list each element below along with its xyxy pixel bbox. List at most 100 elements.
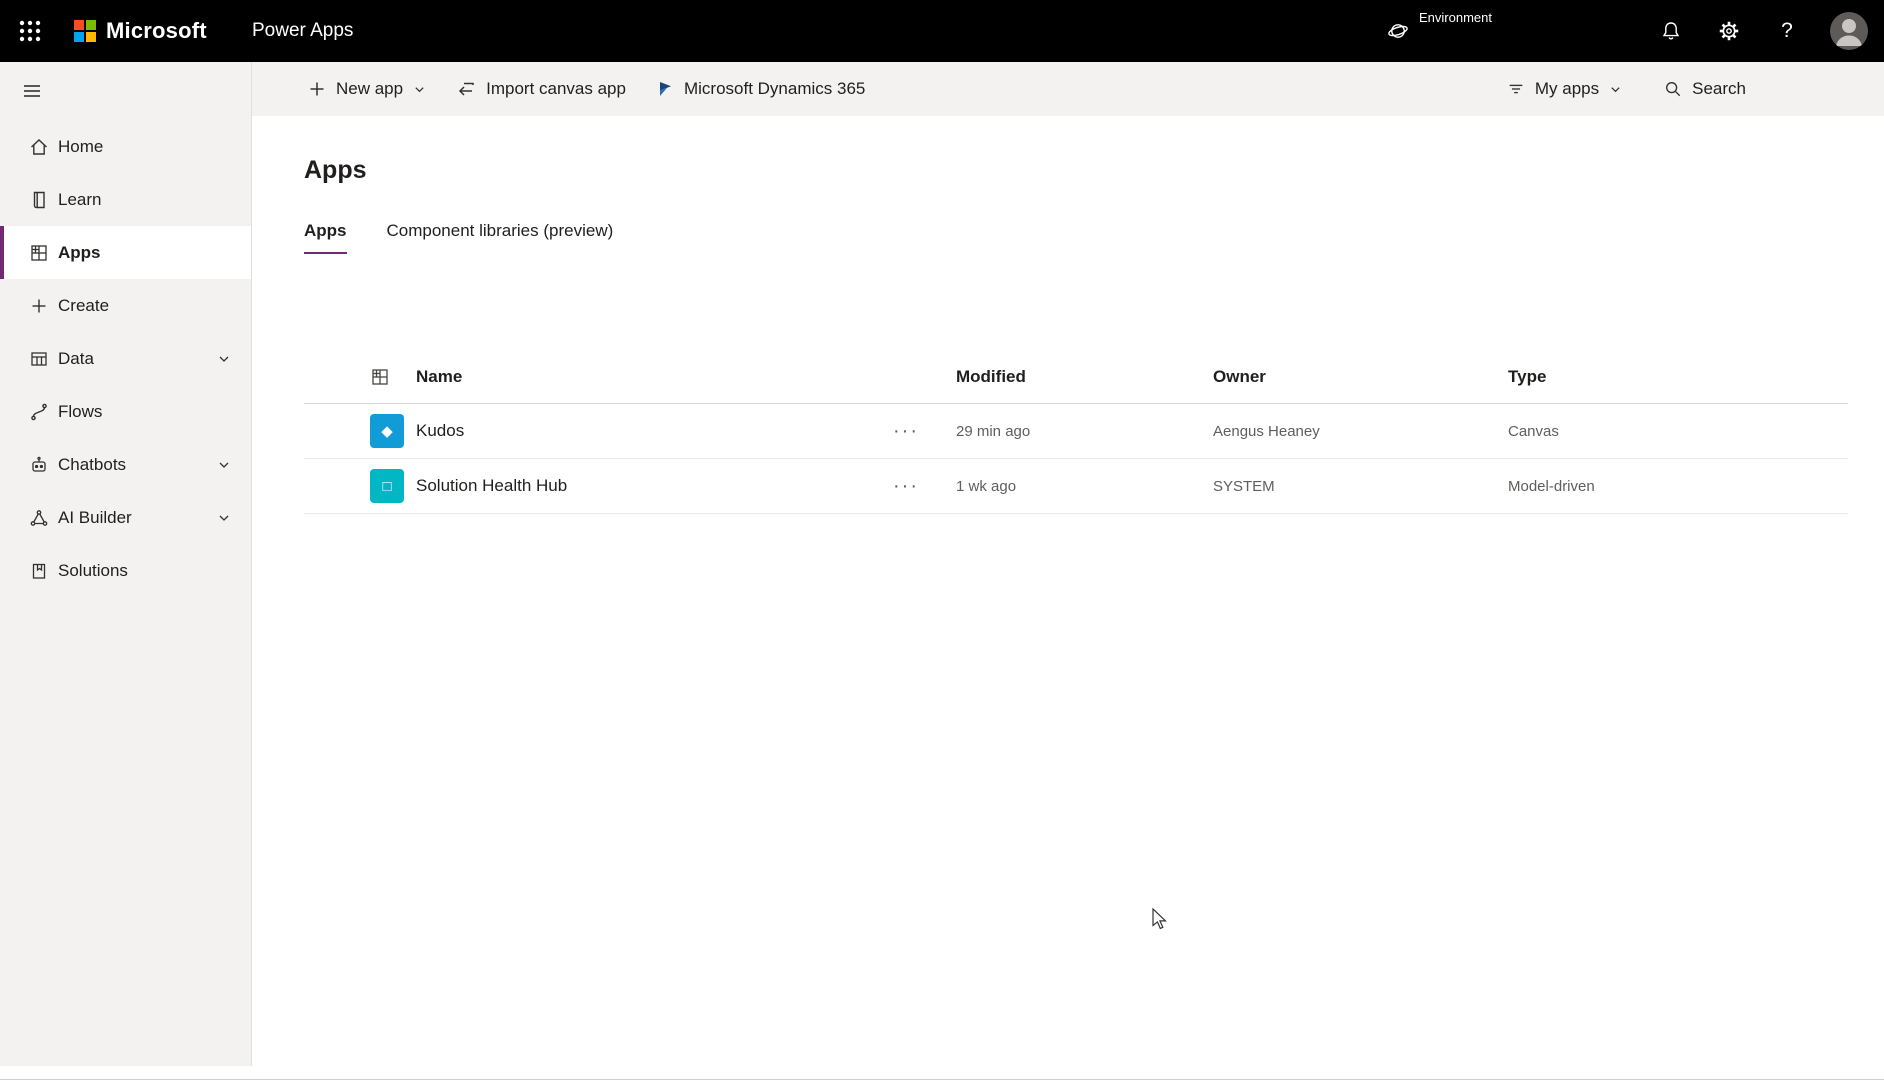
sidebar-item-data[interactable]: Data [0, 332, 251, 385]
home-icon [29, 137, 49, 157]
book-icon [29, 190, 49, 210]
my-apps-label: My apps [1534, 79, 1600, 98]
new-app-label: New app [336, 79, 404, 98]
column-header-name[interactable]: Name [406, 367, 856, 387]
sidebar-item-label: Learn [58, 189, 102, 209]
search-label: Search [1692, 79, 1746, 98]
import-arrow-icon [456, 79, 476, 99]
table-row[interactable]: ◆ Kudos ··· 29 min ago Aengus Heaney Can… [304, 404, 1848, 459]
row-more-commands-button[interactable]: ··· [885, 472, 927, 500]
search-icon [1664, 80, 1682, 98]
notifications-button[interactable] [1642, 0, 1700, 62]
import-canvas-app-label: Import canvas app [486, 79, 626, 98]
table-row[interactable]: □ Solution Health Hub ··· 1 wk ago SYSTE… [304, 459, 1848, 514]
account-avatar[interactable] [1830, 12, 1868, 50]
sidebar-item-solutions[interactable]: Solutions [0, 544, 251, 597]
tab-component-libraries[interactable]: Component libraries (preview) [387, 221, 614, 254]
plus-icon [29, 296, 49, 316]
my-apps-filter-button[interactable]: My apps [1503, 73, 1626, 105]
app-owner: Aengus Heaney [1213, 422, 1320, 440]
column-header-type[interactable]: Type [1508, 367, 1848, 387]
power-apps-window: Microsoft Power Apps Environment ? Home … [0, 0, 1884, 1080]
app-icon-glyph: ◆ [381, 422, 393, 440]
left-navigation: Home Learn Apps Create Data Flows Chatbo… [0, 62, 252, 1066]
hamburger-icon [22, 81, 42, 101]
chevron-down-icon [217, 511, 231, 525]
microsoft-dynamics-365-button[interactable]: Microsoft Dynamics 365 [652, 73, 869, 105]
flow-icon [29, 402, 49, 422]
chevron-down-icon [217, 352, 231, 366]
dynamics-365-icon [656, 80, 674, 98]
sidebar-item-flows[interactable]: Flows [0, 385, 251, 438]
canvas-app-icon: ◆ [370, 414, 404, 448]
import-canvas-app-button[interactable]: Import canvas app [452, 73, 630, 105]
app-type: Model-driven [1508, 477, 1595, 495]
environment-label: Environment [1419, 10, 1492, 25]
solutions-icon [29, 561, 49, 581]
app-icon-glyph: □ [382, 477, 392, 495]
main-panel: Apps Apps Component libraries (preview) [252, 116, 1884, 1079]
app-modified: 29 min ago [956, 422, 1031, 440]
model-driven-app-icon: □ [370, 469, 404, 503]
app-launcher-button[interactable] [0, 0, 60, 62]
filter-icon [1507, 80, 1525, 98]
app-type: Canvas [1508, 422, 1559, 440]
bell-icon [1660, 20, 1682, 42]
sidebar-item-create[interactable]: Create [0, 279, 251, 332]
command-bar: New app Import canvas app Microsoft Dyna… [252, 62, 1884, 116]
app-shell: Home Learn Apps Create Data Flows Chatbo… [0, 62, 1884, 1079]
microsoft-logo-icon [74, 20, 96, 42]
sidebar-item-label: Home [58, 136, 104, 156]
tab-label: Component libraries (preview) [386, 221, 614, 240]
microsoft-wordmark: Microsoft [106, 18, 207, 43]
microsoft-brand[interactable]: Microsoft [74, 18, 252, 44]
environment-picker[interactable]: Environment [1387, 0, 1492, 62]
plus-icon [308, 80, 326, 98]
dynamics-365-label: Microsoft Dynamics 365 [683, 79, 866, 98]
chevron-down-icon [1609, 83, 1622, 96]
environment-icon [1387, 20, 1409, 42]
sidebar-item-label: Data [58, 348, 94, 368]
bot-icon [29, 455, 49, 475]
gear-icon [1718, 20, 1740, 42]
apps-grid-icon [29, 243, 49, 263]
app-tile: □ [370, 469, 406, 503]
sidebar-item-home[interactable]: Home [0, 120, 251, 173]
product-name: Power Apps [252, 20, 354, 41]
app-modified: 1 wk ago [956, 477, 1017, 495]
question-mark-icon: ? [1781, 19, 1793, 42]
content-region: New app Import canvas app Microsoft Dyna… [252, 62, 1884, 1079]
sidebar-item-label: Apps [58, 242, 101, 262]
mouse-cursor [1152, 908, 1170, 932]
chevron-down-icon [413, 83, 426, 96]
page-title: Apps [304, 156, 367, 184]
sidebar-item-label: Create [58, 295, 110, 315]
app-owner: SYSTEM [1213, 477, 1275, 495]
tab-apps[interactable]: Apps [304, 221, 347, 254]
search-button[interactable]: Search [1660, 73, 1750, 105]
table-icon [29, 349, 49, 369]
column-header-owner[interactable]: Owner [1213, 367, 1508, 387]
sidebar-item-chatbots[interactable]: Chatbots [0, 438, 251, 491]
collapse-nav-button[interactable] [0, 62, 251, 120]
sidebar-item-label: AI Builder [58, 507, 132, 527]
table-grid-icon [370, 367, 406, 387]
sidebar-item-label: Flows [58, 401, 103, 421]
sidebar-item-apps[interactable]: Apps [0, 226, 251, 279]
sidebar-item-ai-builder[interactable]: AI Builder [0, 491, 251, 544]
waffle-icon [19, 20, 41, 42]
chevron-down-icon [217, 458, 231, 472]
settings-button[interactable] [1700, 0, 1758, 62]
help-button[interactable]: ? [1758, 0, 1816, 62]
app-name[interactable]: Kudos [406, 421, 856, 441]
column-header-modified[interactable]: Modified [956, 367, 1213, 387]
app-tile: ◆ [370, 414, 406, 448]
app-name[interactable]: Solution Health Hub [406, 476, 856, 496]
network-icon [29, 508, 49, 528]
sidebar-item-label: Chatbots [58, 454, 127, 474]
sidebar-item-label: Solutions [58, 560, 128, 580]
sidebar-item-learn[interactable]: Learn [0, 173, 251, 226]
row-more-commands-button[interactable]: ··· [885, 417, 927, 445]
new-app-button[interactable]: New app [304, 73, 430, 105]
tab-bar: Apps Component libraries (preview) [304, 221, 1848, 255]
